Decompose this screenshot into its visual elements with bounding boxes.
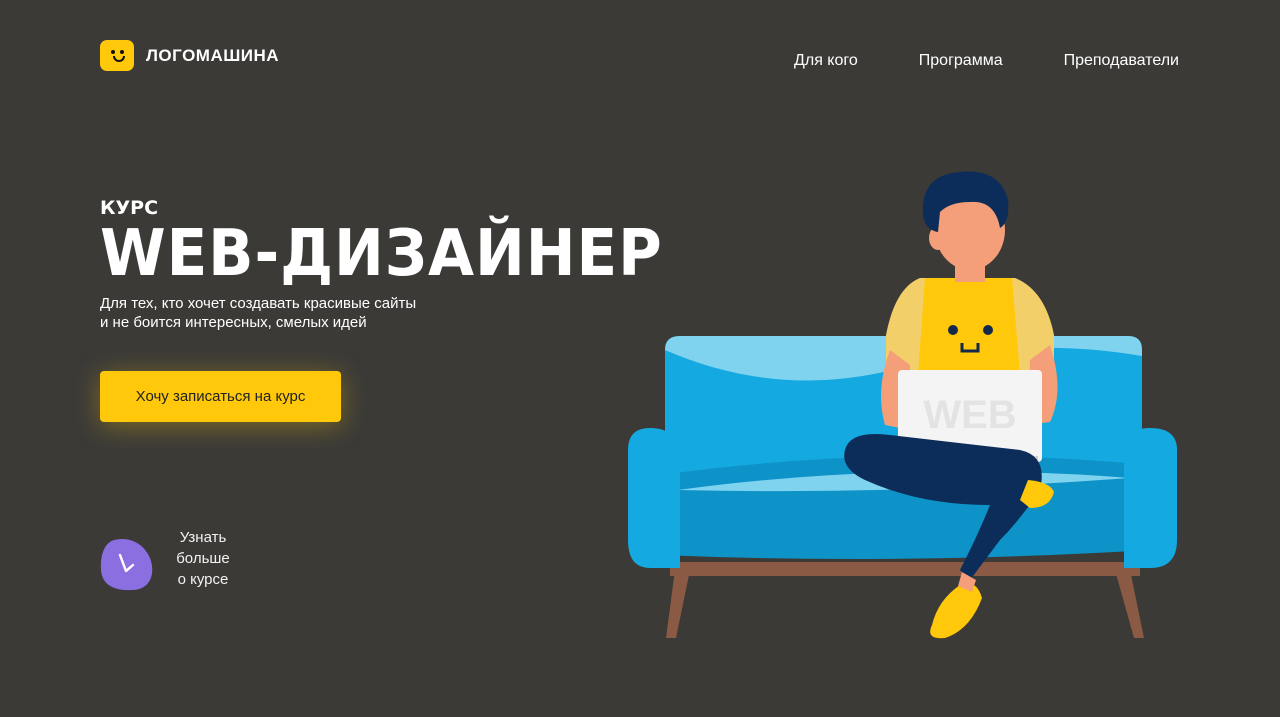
main-nav: Для кого Программа Преподаватели (794, 52, 1179, 70)
nav-link-for-whom[interactable]: Для кого (794, 52, 858, 70)
sofa-base (670, 562, 1140, 576)
person-on-sofa-illustration: WEB (628, 171, 1177, 639)
enroll-button[interactable]: Хочу записаться на курс (100, 371, 341, 422)
learn-more-text: Узнать больше о курсе (153, 527, 253, 590)
sofa-arm-left (628, 428, 680, 568)
foot-left (930, 583, 982, 639)
nav-link-program[interactable]: Программа (919, 52, 1003, 70)
nav-link-teachers[interactable]: Преподаватели (1064, 52, 1179, 70)
arrow-down-right-icon (100, 538, 153, 591)
sofa-leg-left (666, 570, 690, 638)
shirt-eye-left (948, 325, 958, 335)
hero-title: WEB-ДИЗАЙНЕР (100, 217, 663, 291)
sofa-leg-right (1115, 570, 1144, 638)
laptop-label: WEB (923, 393, 1016, 437)
learn-more-line-2: о курсе (177, 571, 229, 588)
hero-subtitle: Для тех, кто хочет создавать красивые са… (100, 294, 480, 332)
logo[interactable]: ЛОГОМАШИНА (100, 40, 279, 71)
sofa-arm-right (1124, 428, 1177, 568)
shirt-eye-right (983, 325, 993, 335)
subtitle-line-2: и не боится интересных, смелых идей (100, 314, 367, 331)
logo-face-icon (100, 40, 134, 71)
logo-text: ЛОГОМАШИНА (146, 45, 280, 65)
subtitle-line-1: Для тех, кто хочет создавать красивые са… (100, 295, 417, 312)
learn-more-line-1: Узнать больше (176, 529, 230, 567)
shirt (918, 278, 1020, 375)
